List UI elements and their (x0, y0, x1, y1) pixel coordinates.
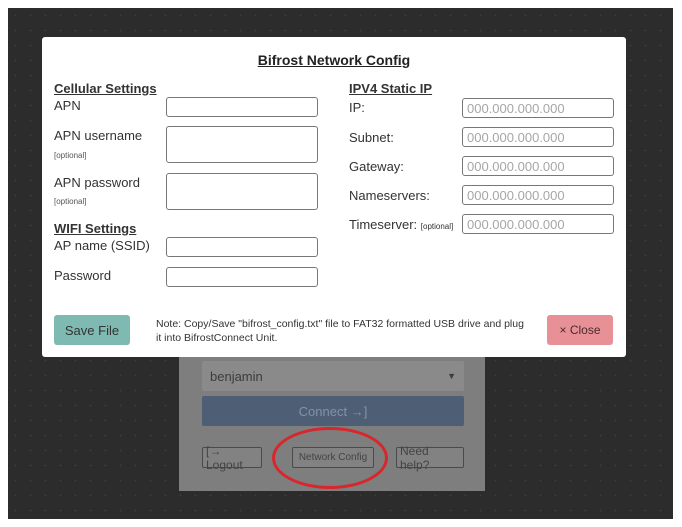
wifi-settings-heading: WIFI Settings (54, 221, 137, 236)
user-select-value: benjamin (210, 368, 263, 384)
need-help-button[interactable]: Need help? (396, 444, 464, 472)
ipv4-heading: IPV4 Static IP (349, 81, 433, 96)
wifi-password-input[interactable] (166, 267, 318, 287)
modal-title: Bifrost Network Config (257, 52, 411, 68)
gateway-input[interactable] (462, 156, 614, 176)
apn-label: APN (54, 98, 81, 113)
apn-username-input[interactable] (166, 126, 318, 163)
apn-username-label: APN username (54, 128, 143, 143)
subnet-label: Subnet: (349, 130, 394, 145)
need-help-label: Need help? (400, 443, 430, 472)
highlight-circle (272, 427, 388, 489)
nameservers-input[interactable] (462, 185, 614, 205)
nameservers-label: Nameservers: (349, 188, 430, 203)
save-file-button[interactable]: Save File (54, 315, 130, 345)
timeserver-label: Timeserver: [optional] (349, 217, 453, 232)
network-config-modal: Bifrost Network Config Cellular Settings… (42, 37, 626, 357)
wifi-password-label: Password (54, 268, 112, 283)
cellular-settings-heading: Cellular Settings (54, 81, 157, 96)
ip-label: IP: (349, 100, 365, 115)
ssid-input[interactable] (166, 237, 318, 257)
timeserver-label-text: Timeserver: (349, 217, 418, 232)
apn-password-input[interactable] (166, 173, 318, 210)
save-file-label: Save File (64, 322, 120, 338)
apn-input[interactable] (166, 97, 318, 117)
apn-username-hint: [optional] (54, 151, 87, 160)
logout-button[interactable]: [→ Logout (202, 444, 262, 472)
timeserver-hint: [optional] (420, 222, 454, 231)
close-button[interactable]: × Close (547, 315, 613, 345)
timeserver-input[interactable] (462, 214, 614, 234)
subnet-input[interactable] (462, 127, 614, 147)
ip-input[interactable] (462, 98, 614, 118)
close-label: × Close (559, 323, 601, 337)
ssid-label: AP name (SSID) (54, 238, 150, 253)
usb-note: Note: Copy/Save "bifrost_config.txt" fil… (156, 318, 524, 344)
gateway-label: Gateway: (349, 159, 404, 174)
logout-label: [→ Logout (206, 443, 243, 472)
connect-button[interactable]: Connect →] (202, 396, 464, 426)
chevron-down-icon: ▼ (447, 371, 456, 381)
connect-label: Connect →] (298, 403, 368, 419)
user-select[interactable]: benjamin ▼ (202, 361, 464, 391)
apn-password-label: APN password (54, 175, 140, 190)
apn-password-hint: [optional] (54, 197, 87, 206)
